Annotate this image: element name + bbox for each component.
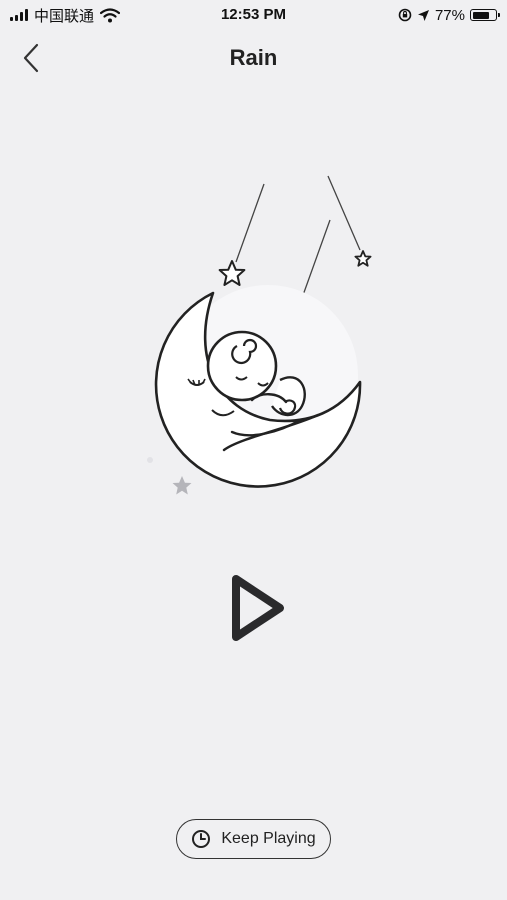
clock-icon [192,830,211,848]
screen-lock-icon [398,8,412,22]
hanging-string [301,219,331,299]
play-button[interactable] [218,568,298,648]
hanging-string [327,175,361,251]
battery-percent: 77% [434,6,465,24]
battery-icon [470,9,500,21]
star-icon [218,260,246,286]
keep-playing-button[interactable]: Keep Playing [176,819,331,859]
nav-bar: Rain [0,36,507,80]
status-right: 77% [398,5,500,25]
status-bar: 中国联通 12:53 PM 77% [0,0,507,30]
play-icon [232,575,284,641]
star-icon [354,250,372,267]
keep-playing-label: Keep Playing [221,830,316,847]
page-title: Rain [229,45,278,70]
battery-fill [472,11,490,19]
hanging-string [235,183,265,263]
sleeping-baby-on-moon-icon [140,170,380,510]
location-arrow-icon [417,9,429,21]
star-icon [172,476,192,495]
